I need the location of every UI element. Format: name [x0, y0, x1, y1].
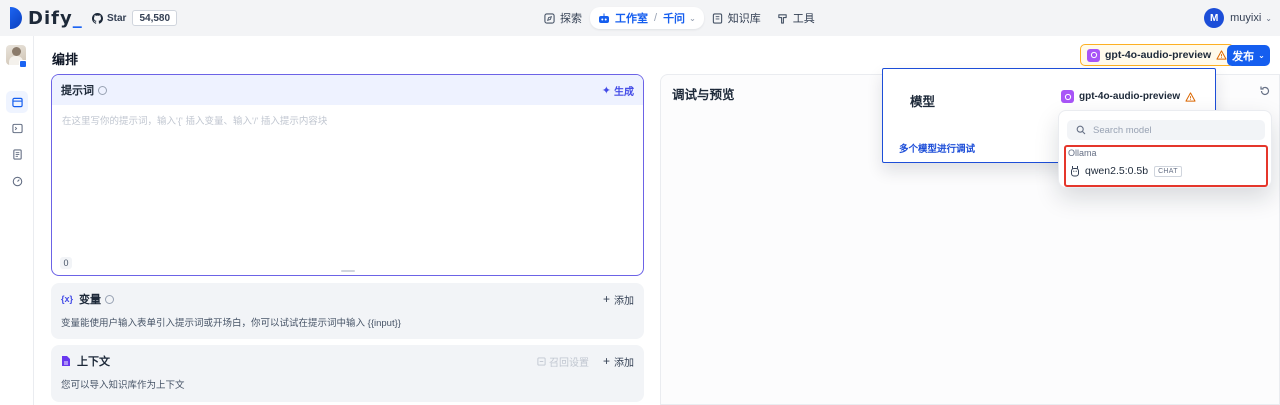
add-variable-button[interactable]: + 添加 [603, 292, 634, 307]
llama-icon [1071, 166, 1079, 177]
nav-knowledge[interactable]: 知识库 [704, 7, 769, 29]
warning-icon [1185, 91, 1196, 102]
book-icon [712, 12, 722, 24]
main-nav: 探索 工作室 / 千问 ⌄ 知识库 工具 [536, 7, 823, 29]
prompt-char-count: 0 [60, 257, 72, 269]
provider-label: Ollama [1068, 148, 1097, 158]
robot-icon [599, 13, 609, 23]
info-icon[interactable] [98, 85, 107, 95]
rail-logs[interactable] [6, 143, 28, 165]
layout-icon [11, 97, 23, 107]
nav-current-app[interactable]: 千问 [663, 10, 685, 26]
logo-underscore: _ [72, 7, 83, 29]
variables-title: 变量 [79, 294, 102, 306]
openai-icon [1087, 48, 1100, 62]
model-option-name: qwen2.5:0.5b [1085, 165, 1149, 177]
popup-model-selector[interactable]: gpt-4o-audio-preview [1061, 90, 1196, 103]
user-name: muyixi [1230, 12, 1262, 24]
github-icon [92, 12, 103, 24]
chevron-down-icon[interactable]: ⌄ [689, 14, 696, 23]
context-description: 您可以导入知识库作为上下文 [61, 380, 185, 391]
generate-button[interactable]: ✦ 生成 [602, 83, 634, 98]
add-variable-label: 添加 [614, 295, 634, 307]
logo-mark-icon [10, 7, 24, 29]
nav-studio-label: 工作室 [615, 13, 648, 25]
user-menu[interactable]: M muyixi ⌄ [1204, 7, 1272, 29]
chevron-down-icon: ⌄ [1265, 13, 1272, 23]
recall-settings-button[interactable]: 召回设置 [537, 354, 589, 369]
left-rail [0, 36, 34, 405]
model-popup-title: 模型 [910, 95, 936, 109]
info-icon[interactable] [105, 294, 115, 304]
brand-name: Dify [28, 7, 73, 29]
document-icon [12, 148, 22, 160]
nav-explore-label: 探索 [560, 13, 582, 25]
plus-icon: + [602, 354, 610, 368]
publish-label: 发布 [1232, 50, 1255, 63]
hammer-icon [778, 13, 787, 24]
nav-explore[interactable]: 探索 [536, 7, 590, 29]
page-title: 编排 [52, 52, 79, 67]
sparkle-icon: ✦ [601, 84, 611, 97]
terminal-icon [11, 123, 23, 133]
top-nav: Dify_ Star 54,580 探索 工作室 / 千问 ⌄ 知识库 工具 M… [0, 0, 1280, 36]
context-title: 上下文 [77, 356, 110, 368]
file-icon [62, 356, 70, 366]
rail-orchestrate[interactable] [6, 91, 28, 113]
variables-card: {x} 变量 + 添加 变量能使用户输入表单引入提示词或开场白，你可以试试在提示… [51, 283, 644, 339]
model-selector-button[interactable]: gpt-4o-audio-preview [1080, 44, 1235, 66]
variable-icon: {x} [61, 294, 74, 304]
resize-handle[interactable] [341, 270, 355, 272]
context-card: 上下文 召回设置 + 添加 您可以导入知识库作为上下文 [51, 345, 644, 402]
nav-separator: / [654, 12, 658, 24]
github-star-button[interactable]: Star [88, 9, 130, 27]
add-context-label: 添加 [614, 357, 634, 369]
variables-description: 变量能使用户输入表单引入提示词或开场白，你可以试试在提示词中输入 {{input… [61, 318, 401, 329]
prompt-header: 提示词 ✦ 生成 [52, 75, 643, 105]
recall-settings-label: 召回设置 [548, 357, 589, 369]
refresh-icon[interactable] [1259, 85, 1271, 97]
dify-logo[interactable]: Dify_ [10, 6, 83, 30]
debug-title: 调试与预览 [672, 88, 735, 102]
nav-studio[interactable]: 工作室 / 千问 ⌄ [590, 7, 704, 29]
prompt-placeholder[interactable]: 在这里写你的提示词，输入'{' 插入变量、输入'/' 插入提示内容块 [52, 105, 643, 135]
nav-tools[interactable]: 工具 [769, 7, 823, 29]
chevron-down-icon: ⌄ [1258, 51, 1265, 60]
compass-icon [544, 12, 555, 24]
github-star-count: 54,580 [132, 10, 178, 26]
avatar[interactable]: M [1204, 8, 1225, 28]
app-type-badge [19, 60, 27, 68]
prompt-editor[interactable]: 提示词 ✦ 生成 在这里写你的提示词，输入'{' 插入变量、输入'/' 插入提示… [51, 74, 644, 276]
multi-model-debug-link[interactable]: 多个模型进行调试 [899, 141, 975, 155]
generate-label: 生成 [614, 86, 634, 98]
gauge-icon [12, 176, 22, 186]
github-star-label: Star [107, 12, 127, 24]
publish-button[interactable]: 发布 ⌄ [1227, 45, 1270, 66]
model-search[interactable] [1067, 120, 1265, 140]
nav-tools-label: 工具 [792, 13, 815, 25]
popup-model-label: gpt-4o-audio-preview [1079, 91, 1181, 102]
prompt-title: 提示词 [61, 85, 94, 97]
model-mode-tag: CHAT [1154, 165, 1182, 177]
add-context-button[interactable]: + 添加 [603, 354, 634, 369]
plus-icon: + [602, 292, 610, 306]
warning-icon [1216, 50, 1227, 60]
model-search-input[interactable] [1093, 124, 1253, 136]
rail-api[interactable] [6, 117, 28, 139]
model-option[interactable]: qwen2.5:0.5b CHAT [1064, 160, 1268, 182]
nav-knowledge-label: 知识库 [727, 13, 761, 25]
rail-monitor[interactable] [6, 170, 28, 192]
search-icon [1076, 125, 1086, 135]
model-selector-label: gpt-4o-audio-preview [1105, 49, 1212, 61]
github-star[interactable]: Star 54,580 [88, 9, 178, 27]
openai-icon [1061, 90, 1074, 103]
settings-icon [537, 356, 546, 366]
